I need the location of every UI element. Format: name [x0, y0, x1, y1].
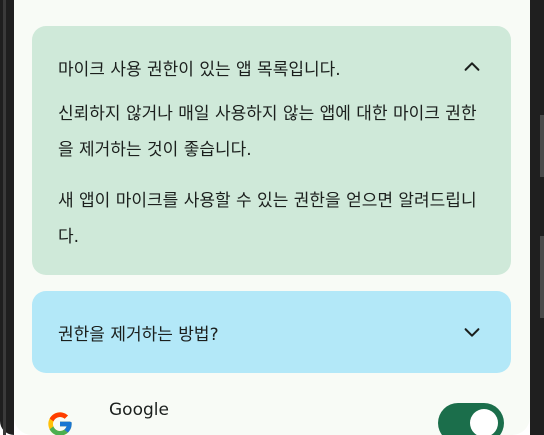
- how-to-remove-card-title: 권한을 제거하는 방법?: [58, 325, 219, 345]
- app-name: Google: [109, 400, 169, 420]
- mic-permission-info-card: 마이크 사용 권한이 있는 앱 목록입니다. 신뢰하지 않거나 매일 사용하지 …: [32, 26, 511, 275]
- chevron-down-icon[interactable]: [461, 321, 483, 343]
- phone-screen: 마이크 사용 권한이 있는 앱 목록입니다. 신뢰하지 않거나 매일 사용하지 …: [14, 0, 530, 435]
- mic-permission-info-text: 신뢰하지 않거나 매일 사용하지 않는 앱에 대한 마이크 권한을 제거하는 것…: [58, 104, 477, 160]
- how-to-remove-card[interactable]: 권한을 제거하는 방법?: [32, 291, 511, 373]
- mic-permission-toggle[interactable]: [438, 403, 504, 435]
- google-g-icon: [46, 410, 74, 435]
- app-list-item[interactable]: Google: [14, 392, 530, 435]
- device-frame-left: [0, 0, 14, 435]
- device-power-button: [540, 236, 544, 318]
- device-volume-button: [540, 115, 544, 177]
- mic-permission-notify-text: 새 앱이 마이크를 사용할 수 있는 권한을 얻으면 알려드립니다.: [58, 191, 477, 247]
- toggle-knob: [470, 409, 498, 435]
- device-frame-right: [530, 0, 544, 435]
- mic-permission-card-title: 마이크 사용 권한이 있는 앱 목록입니다.: [58, 60, 341, 80]
- chevron-up-icon[interactable]: [461, 56, 483, 78]
